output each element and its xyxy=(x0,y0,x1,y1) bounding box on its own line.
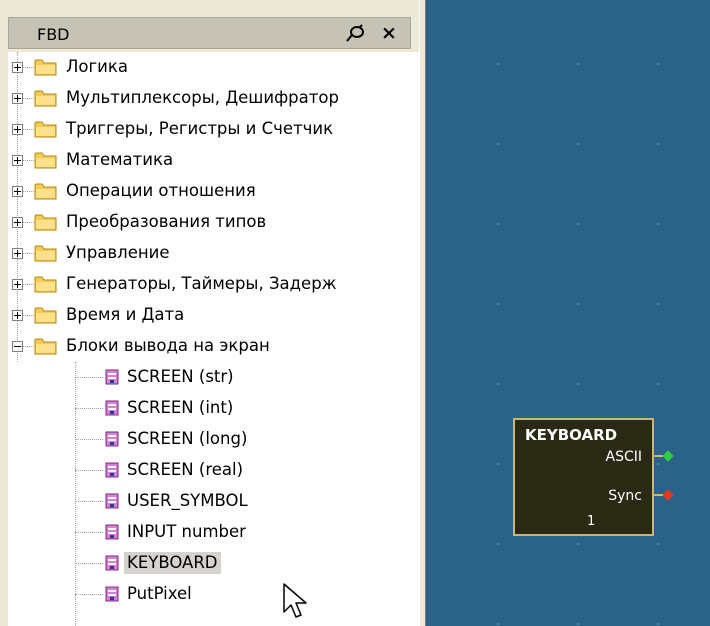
expand-toggle-icon[interactable] xyxy=(12,124,23,135)
fbd-block-icon xyxy=(105,431,119,447)
folder-icon xyxy=(34,181,58,201)
ascii-output-pin[interactable] xyxy=(662,450,674,462)
fbd-block-icon xyxy=(105,369,119,385)
tree-folder-label: Преобразования типов xyxy=(66,212,267,231)
tree-line xyxy=(22,67,34,68)
tree-line xyxy=(22,160,34,161)
tree-leaf[interactable]: USER_SYMBOL xyxy=(8,486,419,516)
tree-line xyxy=(75,408,103,409)
tree-leaf-label: SCREEN (real) xyxy=(127,460,244,479)
tree-folder-label: Математика xyxy=(66,150,174,169)
fbd-tree: Логика Мультиплексоры, Дешифратор Триггеры… xyxy=(8,52,419,626)
fbd-block-icon xyxy=(105,586,119,602)
folder-icon xyxy=(34,274,58,294)
expand-toggle-icon[interactable] xyxy=(12,279,23,290)
tree-folder[interactable]: Время и Дата xyxy=(8,300,419,330)
tree-line xyxy=(75,501,103,502)
fbd-block-icon xyxy=(105,555,119,571)
tree-folder[interactable]: Операции отношения xyxy=(8,176,419,206)
fbd-block-icon xyxy=(105,462,119,478)
panel-splitter[interactable] xyxy=(419,0,426,626)
close-icon[interactable]: × xyxy=(378,21,400,45)
tree-leaf[interactable]: SCREEN (str) xyxy=(8,362,419,392)
tree-line xyxy=(75,439,103,440)
keyboard-block[interactable]: KEYBOARD ASCII Sync 1 xyxy=(513,418,654,536)
folder-icon xyxy=(34,243,58,263)
expand-toggle-icon[interactable] xyxy=(12,248,23,259)
tree-line xyxy=(22,253,34,254)
fbd-panel: FBD × Логика Мультиплексоры, Дешифратор Тр… xyxy=(0,0,419,626)
folder-icon xyxy=(34,150,58,170)
expand-toggle-icon[interactable] xyxy=(12,62,23,73)
tree-folder[interactable]: Триггеры, Регистры и Счетчик xyxy=(8,114,419,144)
tree-folder-label: Управление xyxy=(66,243,170,262)
folder-icon xyxy=(34,57,58,77)
tree-leaf[interactable]: SCREEN (long) xyxy=(8,424,419,454)
tree-line xyxy=(22,284,34,285)
expand-toggle-icon[interactable] xyxy=(12,155,23,166)
tree-folder-label: Блоки вывода на экран xyxy=(66,336,270,355)
tree-folder-label: Генераторы, Таймеры, Задерж xyxy=(66,274,337,293)
tree-line xyxy=(75,563,103,564)
tree-line xyxy=(22,98,34,99)
tree-folder-label: Логика xyxy=(66,57,128,76)
tree-folder[interactable]: Логика xyxy=(8,52,419,82)
folder-icon xyxy=(34,305,58,325)
block-number: 1 xyxy=(587,514,596,529)
tree-line xyxy=(22,222,34,223)
tree-leaf-label: USER_SYMBOL xyxy=(127,491,248,510)
tree-folder-label: Триггеры, Регистры и Счетчик xyxy=(66,119,334,138)
port-sync-label: Sync xyxy=(608,488,642,504)
tree-leaf[interactable]: SCREEN (int) xyxy=(8,393,419,423)
collapse-toggle-icon[interactable] xyxy=(12,341,23,352)
pin-icon[interactable] xyxy=(345,23,367,43)
tree-line xyxy=(22,191,34,192)
tree-folder[interactable]: Генераторы, Таймеры, Задерж xyxy=(8,269,419,299)
tree-line xyxy=(75,377,103,378)
panel-title: FBD xyxy=(37,25,70,44)
port-ascii-label: ASCII xyxy=(605,449,643,465)
tree-folder-label: Мультиплексоры, Дешифратор xyxy=(66,88,339,107)
tree-leaf[interactable]: PutPixel xyxy=(8,579,419,609)
expand-toggle-icon[interactable] xyxy=(12,93,23,104)
tree-leaf[interactable]: INPUT number xyxy=(8,517,419,547)
tree-line xyxy=(22,315,34,316)
tree-leaf[interactable]: KEYBOARD xyxy=(8,548,419,578)
tree-line xyxy=(22,346,34,347)
folder-icon xyxy=(34,119,58,139)
tree-folder[interactable]: Преобразования типов xyxy=(8,207,419,237)
tree-leaf-label: PutPixel xyxy=(127,584,192,603)
fbd-block-icon xyxy=(105,493,119,509)
tree-leaf-label: INPUT number xyxy=(127,522,246,541)
tree-folder[interactable]: Математика xyxy=(8,145,419,175)
tree-leaf-label: SCREEN (str) xyxy=(127,367,234,386)
block-title: KEYBOARD xyxy=(525,426,618,444)
tree-folder[interactable]: Управление xyxy=(8,238,419,268)
fbd-canvas[interactable]: KEYBOARD ASCII Sync 1 xyxy=(426,0,710,626)
sync-output-pin[interactable] xyxy=(662,489,674,501)
tree-line xyxy=(75,470,103,471)
fbd-block-icon xyxy=(105,524,119,540)
tree-leaf-label: KEYBOARD xyxy=(124,552,221,574)
expand-toggle-icon[interactable] xyxy=(12,217,23,228)
tree-line xyxy=(75,532,103,533)
tree-folder-label: Операции отношения xyxy=(66,181,256,200)
tree-leaf-label: SCREEN (int) xyxy=(127,398,234,417)
fbd-block-icon xyxy=(105,400,119,416)
expand-toggle-icon[interactable] xyxy=(12,310,23,321)
tree-leaf-label: SCREEN (long) xyxy=(127,429,248,448)
folder-icon xyxy=(34,212,58,232)
folder-icon xyxy=(34,336,58,356)
tree-folder-label: Время и Дата xyxy=(66,305,185,324)
tree-line xyxy=(22,129,34,130)
tree-folder[interactable]: Мультиплексоры, Дешифратор xyxy=(8,83,419,113)
expand-toggle-icon[interactable] xyxy=(12,186,23,197)
tree-line xyxy=(75,594,103,595)
tree-folder[interactable]: Блоки вывода на экран xyxy=(8,331,419,361)
tree-leaf[interactable]: SCREEN (real) xyxy=(8,455,419,485)
folder-icon xyxy=(34,88,58,108)
panel-header: FBD × xyxy=(8,17,411,49)
